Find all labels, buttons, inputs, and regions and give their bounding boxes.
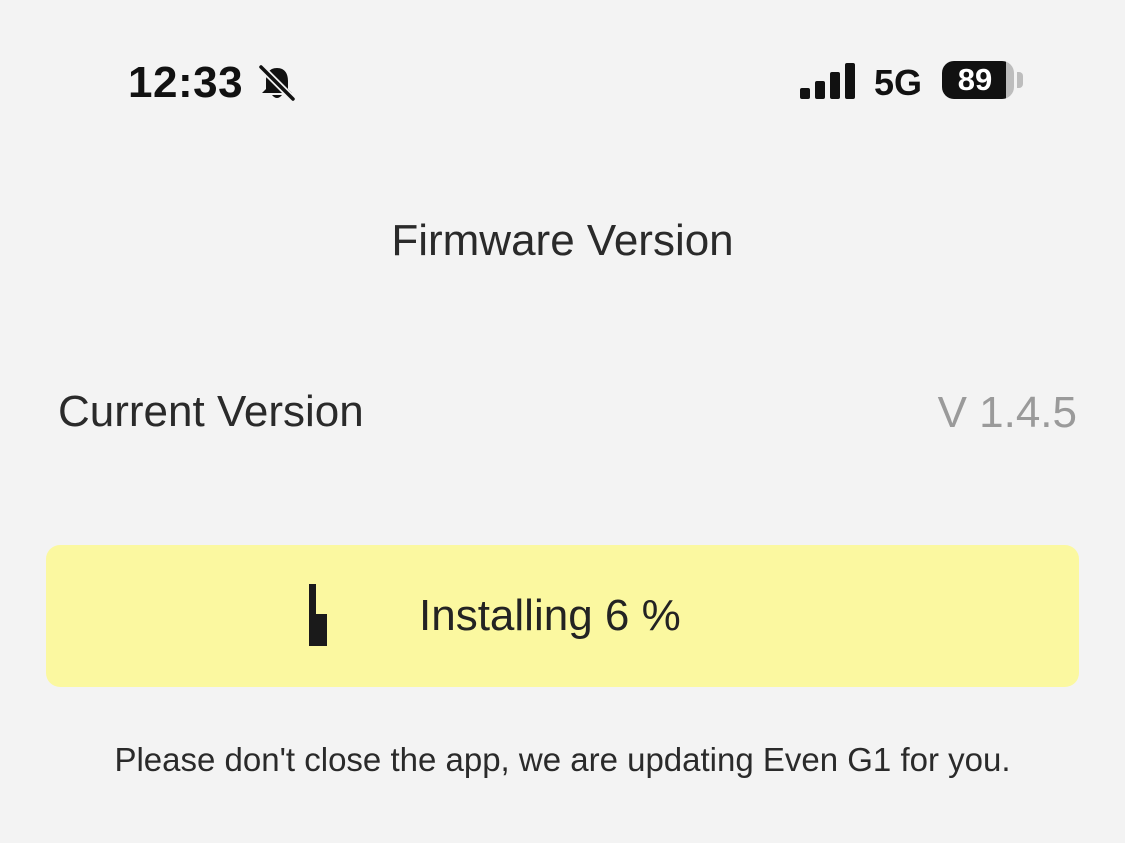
current-version-row: Current Version V 1.4.5 — [58, 383, 1077, 443]
update-notice: Please don't close the app, we are updat… — [114, 741, 1011, 778]
battery-level: 89 — [957, 62, 993, 97]
current-version-value: V 1.4.5 — [937, 388, 1077, 437]
battery-cap — [1017, 72, 1023, 88]
status-time: 12:33 — [128, 58, 244, 107]
page-title: Firmware Version — [391, 216, 734, 265]
bell-slash-icon — [257, 63, 297, 103]
install-progress-banner: Installing 6 % — [46, 545, 1079, 687]
install-progress-text: Installing 6 % — [419, 591, 681, 640]
loading-spinner-icon — [309, 584, 329, 646]
battery-icon: 89 — [942, 61, 1014, 99]
network-type: 5G — [874, 62, 923, 103]
current-version-label: Current Version — [58, 387, 364, 436]
cellular-signal-icon — [800, 63, 855, 99]
